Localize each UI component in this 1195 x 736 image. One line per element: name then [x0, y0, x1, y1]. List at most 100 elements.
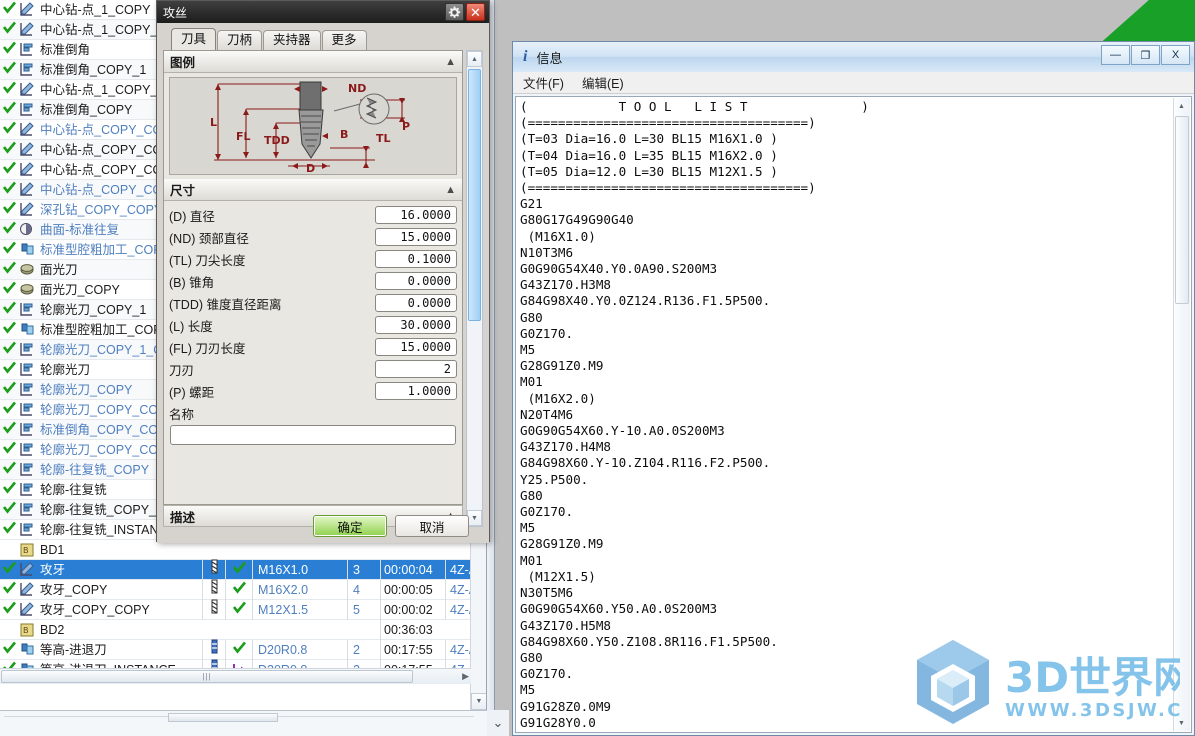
info-titlebar[interactable]: i 信息 — ❐ X [513, 42, 1194, 72]
dialog-scroll-thumb[interactable] [468, 69, 481, 321]
dimension-input[interactable]: 0.0000 [375, 294, 457, 312]
enabled-check-icon[interactable] [2, 200, 17, 220]
table-row[interactable]: 攻牙 M16X1.0 3 00:00:04 4Z-A90 [0, 559, 486, 580]
enabled-check-icon[interactable] [2, 0, 17, 20]
dimension-input[interactable]: 16.0000 [375, 206, 457, 224]
bottom-scroll-strip[interactable] [0, 710, 487, 736]
enabled-check-icon[interactable] [2, 320, 17, 340]
hscroll-right-icon[interactable]: ▶ [462, 671, 469, 682]
enabled-check-icon[interactable] [2, 280, 17, 300]
dimension-input[interactable]: 15.0000 [375, 338, 457, 356]
dimension-input[interactable]: 15.0000 [375, 228, 457, 246]
chevron-up-icon[interactable]: ▲ [445, 56, 456, 68]
cell-tool-icon [202, 559, 225, 580]
contour-icon [17, 502, 37, 517]
gear-icon[interactable] [445, 3, 464, 21]
dimension-input[interactable]: 30.0000 [375, 316, 457, 334]
dimension-row: (D) 直径 16.0000 [169, 204, 457, 226]
cancel-button[interactable]: 取消 [395, 515, 469, 537]
enabled-check-icon[interactable] [2, 140, 17, 160]
gear-glyph [448, 5, 461, 18]
panel-collapse-down-icon[interactable]: ⌄ [487, 710, 509, 736]
info-menubar[interactable]: 文件(F) 编辑(E) [513, 72, 1194, 94]
cell-time: 00:17:55 [380, 639, 445, 660]
enabled-check-icon[interactable] [2, 600, 17, 620]
gcode-textarea[interactable]: ( T O O L L I S T ) (===================… [515, 96, 1192, 733]
enabled-check-icon[interactable] [2, 20, 17, 40]
table-row-label: 攻牙 [40, 562, 66, 577]
name-input[interactable] [170, 425, 456, 445]
group-row[interactable]: B BD2 00:36:03 [0, 619, 486, 640]
dialog-titlebar[interactable]: 攻丝 ✕ [157, 1, 489, 23]
enabled-check-icon[interactable] [2, 240, 17, 260]
tab-tool[interactable]: 刀具 [171, 28, 217, 50]
table-row[interactable]: 攻牙_COPY M16X2.0 4 00:00:05 4Z-A [0, 579, 486, 600]
tab-clamp[interactable]: 夹持器 [263, 30, 321, 50]
information-window[interactable]: i 信息 — ❐ X 文件(F) 编辑(E) ( T O O L L I S T… [512, 41, 1195, 736]
enabled-check-icon[interactable] [2, 580, 17, 600]
dialog-tabs[interactable]: 刀具 刀柄 夹持器 更多 [163, 28, 485, 50]
dialog-vertical-scrollbar[interactable]: ▲ ▼ [466, 50, 483, 527]
enabled-check-icon[interactable] [2, 120, 17, 140]
enabled-check-icon[interactable] [2, 180, 17, 200]
dimension-section-header[interactable]: 尺寸 ▲ [164, 179, 462, 201]
drill-point-icon [17, 202, 37, 217]
legend-section-header[interactable]: 图例 ▲ [164, 51, 462, 73]
dialog-scroll-up-icon[interactable]: ▲ [467, 51, 482, 67]
dimension-input[interactable]: 0.0000 [375, 272, 457, 290]
tab-holder[interactable]: 刀柄 [217, 30, 263, 50]
enabled-check-icon[interactable] [2, 500, 17, 520]
info-vertical-scrollbar[interactable]: ▲ ▼ [1173, 98, 1190, 731]
enabled-check-icon[interactable] [2, 60, 17, 80]
enabled-check-icon[interactable] [2, 340, 17, 360]
enabled-check-icon[interactable] [2, 400, 17, 420]
dimension-row: 刀刃 2 [169, 358, 457, 380]
enabled-check-icon[interactable] [2, 520, 17, 540]
enabled-check-icon[interactable] [2, 300, 17, 320]
dimension-input[interactable]: 1.0000 [375, 382, 457, 400]
enabled-check-icon[interactable] [2, 440, 17, 460]
enabled-check-icon[interactable] [2, 640, 17, 660]
mini-scroll-thumb[interactable] [168, 713, 278, 722]
menu-file[interactable]: 文件(F) [523, 73, 564, 92]
table-row[interactable]: 等高-进退刀D20R0.8200:17:554Z-A-90 [0, 639, 486, 660]
enabled-check-icon[interactable] [2, 100, 17, 120]
hscroll-thumb[interactable]: ||| [1, 670, 413, 683]
chevron-up-icon[interactable]: ▲ [445, 184, 456, 196]
table-row[interactable]: 攻牙_COPY_COPY M12X1.5 5 00:00:02 4Z-A [0, 599, 486, 620]
enabled-check-icon[interactable] [2, 220, 17, 240]
enabled-check-icon[interactable] [2, 360, 17, 380]
enabled-check-icon[interactable] [2, 560, 17, 580]
dimension-input[interactable]: 0.1000 [375, 250, 457, 268]
info-scroll-up-icon[interactable]: ▲ [1174, 98, 1189, 114]
cell-time: 00:00:04 [380, 559, 445, 580]
enabled-check-icon[interactable] [2, 420, 17, 440]
enabled-check-icon[interactable] [2, 480, 17, 500]
enabled-check-icon[interactable] [2, 80, 17, 100]
tab-more[interactable]: 更多 [321, 30, 367, 50]
dimension-input[interactable]: 2 [375, 360, 457, 378]
enabled-check-icon[interactable] [2, 40, 17, 60]
close-icon[interactable]: ✕ [466, 3, 485, 21]
enabled-check-icon[interactable] [2, 460, 17, 480]
menu-edit[interactable]: 编辑(E) [582, 73, 624, 92]
operations-horizontal-scrollbar[interactable]: ||| ▶ [0, 668, 471, 684]
close-button[interactable]: X [1161, 45, 1190, 65]
info-scroll-thumb[interactable] [1175, 116, 1189, 304]
maximize-button[interactable]: ❐ [1131, 45, 1160, 65]
svg-text:L: L [210, 116, 217, 129]
dimension-row: (P) 螺距 1.0000 [169, 380, 457, 402]
enabled-check-icon[interactable] [2, 260, 17, 280]
contour-icon [17, 302, 37, 317]
ok-button[interactable]: 确定 [313, 515, 387, 537]
contour-icon [17, 62, 37, 77]
tap-tool-dialog[interactable]: 攻丝 ✕ 刀具 刀柄 夹持器 更多 图例 ▲ L FL TDD D B TL N… [156, 0, 490, 543]
dimension-label: (ND) 颈部直径 [169, 231, 249, 246]
enabled-check-icon[interactable] [2, 160, 17, 180]
info-scroll-down-icon[interactable]: ▼ [1174, 715, 1189, 731]
enabled-check-icon[interactable] [2, 380, 17, 400]
scroll-down-icon[interactable]: ▼ [471, 693, 486, 710]
group-row[interactable]: B BD1 [0, 540, 486, 560]
cell-tool-icon [202, 599, 225, 620]
minimize-button[interactable]: — [1101, 45, 1130, 65]
